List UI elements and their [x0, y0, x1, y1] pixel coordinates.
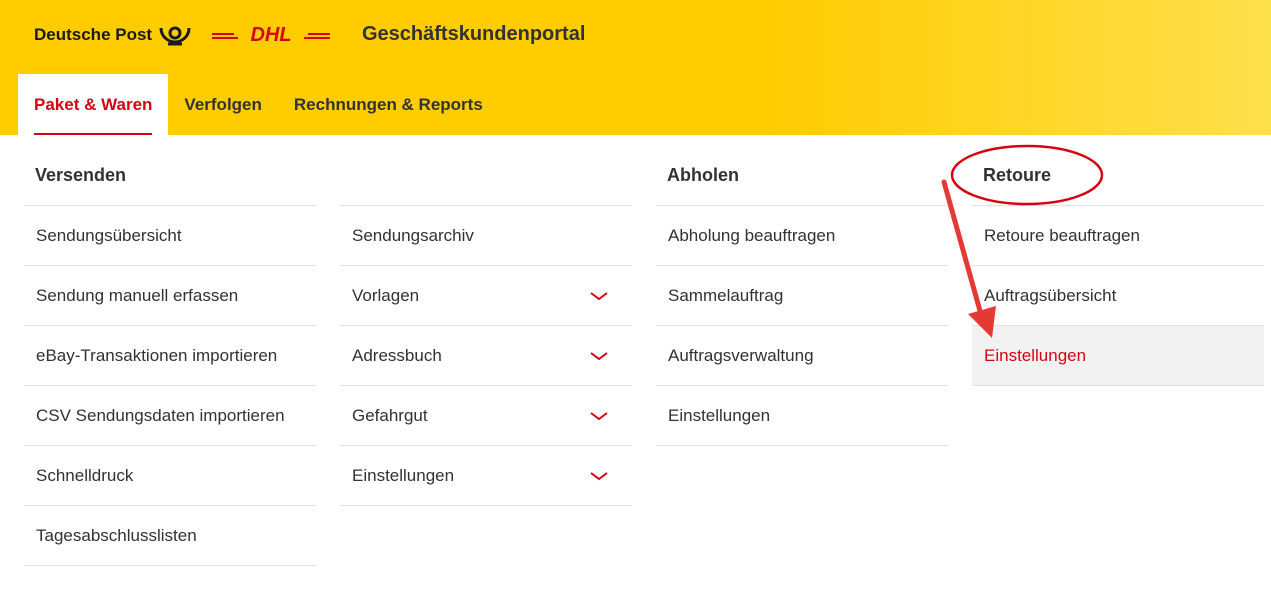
menu-heading-abholen: Abholen: [656, 155, 948, 206]
deutsche-post-wordmark: Deutsche Post: [34, 25, 153, 44]
chevron-down-icon[interactable]: [590, 291, 608, 301]
menu-column-versenden: Versenden Sendungsübersicht Sendung manu…: [24, 155, 316, 566]
menu-item-einstellungen-abholen[interactable]: Einstellungen: [656, 386, 948, 446]
menu-item-label: Sendungsübersicht: [36, 225, 182, 245]
menu-item-sammelauftrag[interactable]: Sammelauftrag: [656, 266, 948, 326]
menu-item-vorlagen[interactable]: Vorlagen: [340, 266, 632, 326]
tab-paket-waren[interactable]: Paket & Waren: [18, 74, 169, 135]
menu-column-retoure: Retoure Retoure beauftragen Auftragsüber…: [972, 155, 1264, 386]
deutsche-post-logo[interactable]: Deutsche Post: [34, 24, 192, 46]
menu-item-ebay-import[interactable]: eBay-Transaktionen importieren: [24, 326, 316, 386]
menu-item-label: Gefahrgut: [352, 405, 428, 425]
menu-item-label: Auftragsübersicht: [984, 285, 1117, 305]
menu-item-auftragsverwaltung[interactable]: Auftragsverwaltung: [656, 326, 948, 386]
menu-item-label: Einstellungen: [668, 405, 771, 425]
menu-heading-spacer: [340, 155, 632, 206]
menu-item-auftragsuebersicht[interactable]: Auftragsübersicht: [972, 266, 1264, 326]
dhl-wordmark: DHL: [250, 24, 291, 44]
portal-title: Geschäftskundenportal: [362, 23, 586, 45]
menu-item-schnelldruck[interactable]: Schnelldruck: [24, 446, 316, 506]
post-horn-icon: [159, 26, 191, 46]
menu-item-tagesabschlusslisten[interactable]: Tagesabschlusslisten: [24, 506, 316, 566]
menu-item-label: Sendungsarchiv: [352, 225, 474, 245]
menu-item-label: Abholung beauftragen: [668, 225, 836, 245]
header-bar: Deutsche Post DHL Geschäftskundenportal …: [0, 0, 1271, 135]
chevron-down-icon[interactable]: [590, 351, 608, 361]
tab-rechnungen-reports[interactable]: Rechnungen & Reports: [278, 74, 499, 135]
menu-item-label: eBay-Transaktionen importieren: [36, 345, 278, 365]
tab-verfolgen[interactable]: Verfolgen: [168, 74, 277, 135]
main-nav: Paket & Waren Verfolgen Rechnungen & Rep…: [18, 74, 499, 135]
menu-item-label: Einstellungen: [984, 345, 1087, 365]
menu-item-label: Sammelauftrag: [668, 285, 784, 305]
menu-item-label: Schnelldruck: [36, 465, 134, 485]
chevron-down-icon[interactable]: [590, 471, 608, 481]
menu-item-label: Tagesabschlusslisten: [36, 525, 197, 545]
menu-item-label: Sendung manuell erfassen: [36, 285, 239, 305]
menu-item-label: Einstellungen: [352, 465, 455, 485]
dhl-logo[interactable]: DHL: [212, 24, 330, 44]
chevron-down-icon[interactable]: [590, 411, 608, 421]
menu-item-label: Auftragsverwaltung: [668, 345, 814, 365]
menu-item-label: Adressbuch: [352, 345, 442, 365]
menu-item-csv-import[interactable]: CSV Sendungsdaten importieren: [24, 386, 316, 446]
menu-item-retoure-beauftragen[interactable]: Retoure beauftragen: [972, 206, 1264, 266]
menu-item-label: CSV Sendungsdaten importieren: [36, 405, 285, 425]
menu-item-einstellungen-retoure[interactable]: Einstellungen: [972, 326, 1264, 386]
menu-item-label: Retoure beauftragen: [984, 225, 1140, 245]
menu-column-abholen: Abholen Abholung beauftragen Sammelauftr…: [656, 155, 948, 446]
menu-item-sendung-manuell-erfassen[interactable]: Sendung manuell erfassen: [24, 266, 316, 326]
menu-column-versenden-2: Sendungsarchiv Vorlagen Adressbuch Gefah…: [340, 155, 632, 506]
menu-item-einstellungen-versenden[interactable]: Einstellungen: [340, 446, 632, 506]
menu-item-adressbuch[interactable]: Adressbuch: [340, 326, 632, 386]
menu-heading-versenden: Versenden: [24, 155, 316, 206]
menu-item-sendungsuebersicht[interactable]: Sendungsübersicht: [24, 206, 316, 266]
menu-item-label: Vorlagen: [352, 285, 420, 305]
menu-item-sendungsarchiv[interactable]: Sendungsarchiv: [340, 206, 632, 266]
menu-item-abholung-beauftragen[interactable]: Abholung beauftragen: [656, 206, 948, 266]
menu-item-gefahrgut[interactable]: Gefahrgut: [340, 386, 632, 446]
menu-heading-retoure: Retoure: [972, 155, 1264, 206]
